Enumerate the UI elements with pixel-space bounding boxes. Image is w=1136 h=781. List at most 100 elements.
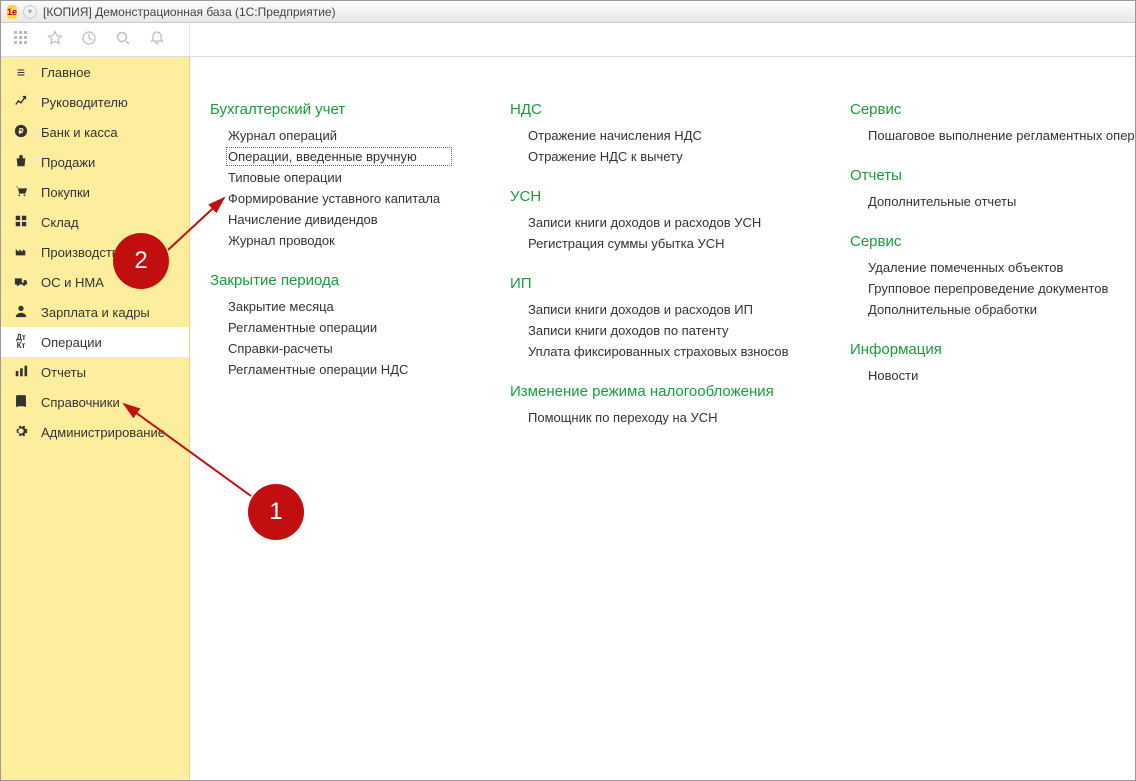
person-icon (13, 304, 29, 321)
column-1: Бухгалтерский учет Журнал операций Опера… (210, 97, 450, 760)
link-dividends[interactable]: Начисление дивидендов (228, 212, 450, 227)
link-usn-assistant[interactable]: Помощник по переходу на УСН (528, 410, 790, 425)
body: ≡ Главное Руководителю ₽ Банк и касса Пр… (1, 57, 1135, 780)
section-service-2[interactable]: Сервис (850, 233, 1135, 250)
app-window: 1e ▾ [КОПИЯ] Демонстрационная база (1С:П… (0, 0, 1136, 781)
titlebar: 1e ▾ [КОПИЯ] Демонстрационная база (1С:П… (1, 1, 1135, 23)
link-journal[interactable]: Журнал операций (228, 128, 450, 143)
link-regl-nds[interactable]: Регламентные операции НДС (228, 362, 450, 377)
links-service-2: Удаление помеченных объектов Групповое п… (850, 260, 1135, 317)
links-service-1: Пошаговое выполнение регламентных операц… (850, 128, 1135, 143)
bell-icon[interactable] (149, 30, 165, 49)
sidebar-item-label: Отчеты (41, 365, 86, 380)
sidebar-item-label: Главное (41, 65, 91, 80)
section-usn[interactable]: УСН (510, 188, 790, 205)
links-accounting: Журнал операций Операции, введенные вруч… (210, 128, 450, 248)
cart-icon (13, 184, 29, 201)
sidebar-item-label: Покупки (41, 185, 90, 200)
annotation-circle-2: 2 (113, 233, 169, 289)
sidebar-item-salary[interactable]: Зарплата и кадры (1, 297, 189, 327)
sidebar-item-label: Администрирование (41, 425, 165, 440)
link-nds-charge[interactable]: Отражение начисления НДС (528, 128, 790, 143)
chart-line-icon (13, 94, 29, 111)
sidebar-item-label: Продажи (41, 155, 95, 170)
sidebar-item-main[interactable]: ≡ Главное (1, 57, 189, 87)
factory-icon (13, 244, 29, 261)
truck-icon (13, 274, 29, 291)
section-ip[interactable]: ИП (510, 275, 790, 292)
links-reports: Дополнительные отчеты (850, 194, 1135, 209)
sidebar-item-label: Зарплата и кадры (41, 305, 150, 320)
bar-chart-icon (13, 364, 29, 381)
hamburger-icon: ≡ (13, 64, 29, 80)
link-calcs[interactable]: Справки-расчеты (228, 341, 450, 356)
star-icon[interactable] (47, 30, 63, 49)
column-3: Сервис Пошаговое выполнение регламентных… (850, 97, 1135, 760)
link-regl-ops[interactable]: Регламентные операции (228, 320, 450, 335)
column-2: НДС Отражение начисления НДС Отражение Н… (510, 97, 790, 760)
sidebar-item-purchases[interactable]: Покупки (1, 177, 189, 207)
app-1c-icon: 1e (7, 5, 17, 19)
sidebar-item-warehouse[interactable]: Склад (1, 207, 189, 237)
ruble-icon: ₽ (13, 124, 29, 141)
annotation-circle-1: 1 (248, 484, 304, 540)
sidebar-item-label: Склад (41, 215, 79, 230)
link-usn-book[interactable]: Записи книги доходов и расходов УСН (528, 215, 790, 230)
dtkt-icon: ДтКт (13, 334, 29, 350)
link-fixed-ins[interactable]: Уплата фиксированных страховых взносов (528, 344, 790, 359)
sidebar-item-operations[interactable]: ДтКт Операции (1, 327, 189, 357)
book-icon (13, 394, 29, 411)
section-service-1[interactable]: Сервис (850, 101, 1135, 118)
link-stepwise[interactable]: Пошаговое выполнение регламентных операц… (868, 128, 1135, 143)
sidebar-item-sales[interactable]: Продажи (1, 147, 189, 177)
search-icon[interactable] (115, 30, 131, 49)
links-tax-mode: Помощник по переходу на УСН (510, 410, 790, 425)
sidebar-item-reports[interactable]: Отчеты (1, 357, 189, 387)
top-toolbar (1, 23, 1135, 57)
links-usn: Записи книги доходов и расходов УСН Реги… (510, 215, 790, 251)
link-capital[interactable]: Формирование уставного капитала (228, 191, 450, 206)
toolbar-icons-group (1, 23, 190, 56)
link-extra-reports[interactable]: Дополнительные отчеты (868, 194, 1135, 209)
section-nds[interactable]: НДС (510, 101, 790, 118)
sidebar-item-label: ОС и НМА (41, 275, 104, 290)
link-patent-book[interactable]: Записи книги доходов по патенту (528, 323, 790, 338)
section-closing[interactable]: Закрытие периода (210, 272, 450, 289)
link-ip-book[interactable]: Записи книги доходов и расходов ИП (528, 302, 790, 317)
link-close-month[interactable]: Закрытие месяца (228, 299, 450, 314)
links-info: Новости (850, 368, 1135, 383)
sidebar-item-label: Руководителю (41, 95, 128, 110)
sidebar-item-catalogs[interactable]: Справочники (1, 387, 189, 417)
sidebar-item-label: Операции (41, 335, 102, 350)
window-title: [КОПИЯ] Демонстрационная база (1С:Предпр… (43, 5, 336, 19)
apps-grid-icon[interactable] (13, 30, 29, 49)
link-delete-marked[interactable]: Удаление помеченных объектов (868, 260, 1135, 275)
bag-icon (13, 154, 29, 171)
link-postings[interactable]: Журнал проводок (228, 233, 450, 248)
sidebar-item-bank[interactable]: ₽ Банк и касса (1, 117, 189, 147)
link-typical-ops[interactable]: Типовые операции (228, 170, 450, 185)
links-nds: Отражение начисления НДС Отражение НДС к… (510, 128, 790, 164)
main-panel: Бухгалтерский учет Журнал операций Опера… (190, 57, 1135, 780)
link-extra-proc[interactable]: Дополнительные обработки (868, 302, 1135, 317)
gear-icon (13, 424, 29, 441)
sidebar: ≡ Главное Руководителю ₽ Банк и касса Пр… (1, 57, 190, 780)
section-tax-mode[interactable]: Изменение режима налогообложения (510, 383, 790, 400)
sidebar-item-label: Справочники (41, 395, 120, 410)
svg-text:₽: ₽ (18, 127, 23, 136)
link-group-repost[interactable]: Групповое перепроведение документов (868, 281, 1135, 296)
link-news[interactable]: Новости (868, 368, 1135, 383)
titlebar-dropdown-icon[interactable]: ▾ (23, 5, 37, 19)
sidebar-item-label: Банк и касса (41, 125, 118, 140)
links-closing: Закрытие месяца Регламентные операции Сп… (210, 299, 450, 377)
link-manual-ops[interactable]: Операции, введенные вручную (228, 149, 450, 164)
sidebar-item-admin[interactable]: Администрирование (1, 417, 189, 447)
links-ip: Записи книги доходов и расходов ИП Запис… (510, 302, 790, 359)
link-nds-deduct[interactable]: Отражение НДС к вычету (528, 149, 790, 164)
section-reports[interactable]: Отчеты (850, 167, 1135, 184)
history-icon[interactable] (81, 30, 97, 49)
section-info[interactable]: Информация (850, 341, 1135, 358)
section-accounting[interactable]: Бухгалтерский учет (210, 101, 450, 118)
link-usn-loss[interactable]: Регистрация суммы убытка УСН (528, 236, 790, 251)
sidebar-item-manager[interactable]: Руководителю (1, 87, 189, 117)
